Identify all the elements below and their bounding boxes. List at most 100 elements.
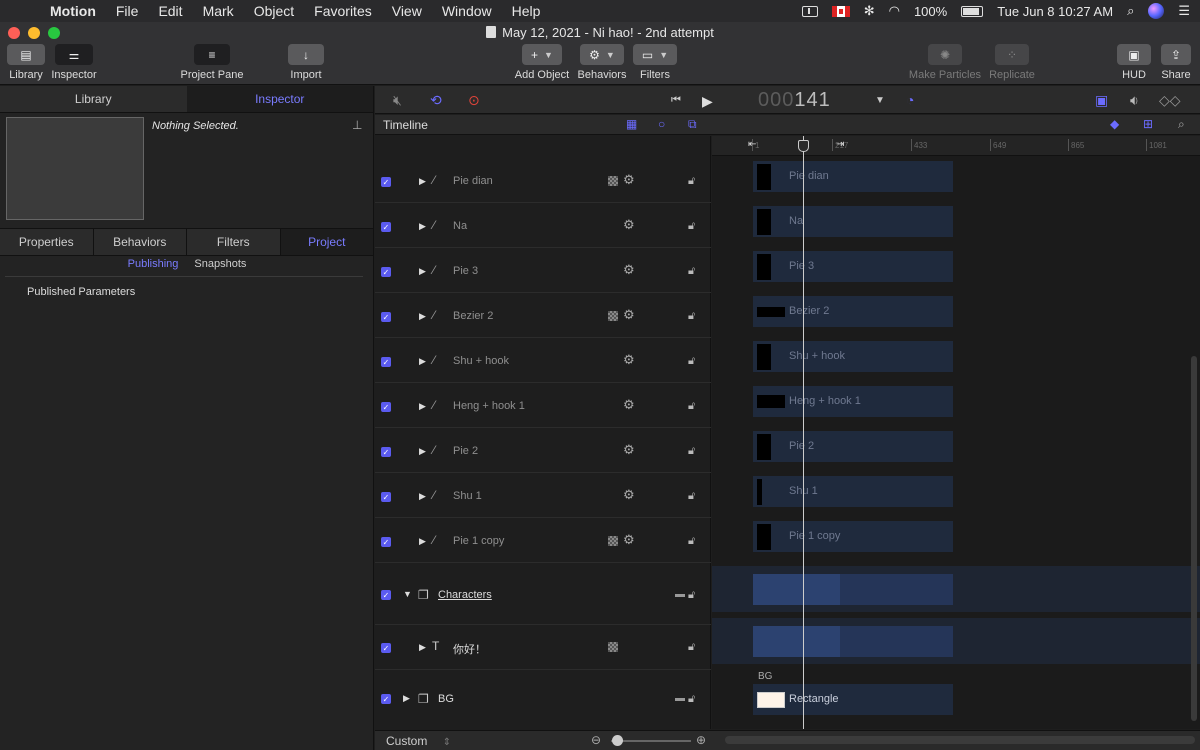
hud-icon[interactable]: ▣ bbox=[1117, 44, 1151, 65]
tab-filters[interactable]: Filters bbox=[187, 229, 281, 255]
import-icon[interactable]: ↓ bbox=[288, 44, 324, 65]
layer-name[interactable]: Pie 2 bbox=[453, 445, 478, 457]
canada-flag-icon[interactable] bbox=[831, 5, 850, 17]
subtab-snapshots[interactable]: Snapshots bbox=[194, 258, 246, 274]
disclosure-triangle-icon[interactable]: ▶ bbox=[419, 356, 426, 367]
battery-icon[interactable] bbox=[961, 5, 984, 17]
zoom-slider-thumb[interactable] bbox=[612, 735, 623, 746]
rectangle-track-bar[interactable]: Rectangle bbox=[753, 684, 953, 715]
track-bar[interactable]: Pie 1 copy bbox=[753, 521, 953, 552]
tab-behaviors[interactable]: Behaviors bbox=[93, 229, 187, 255]
disclosure-triangle-icon[interactable]: ▶ bbox=[403, 693, 410, 704]
in-point-marker-icon[interactable]: ⇤ bbox=[748, 139, 756, 150]
menu-app[interactable]: Motion bbox=[40, 3, 106, 19]
share-icon[interactable]: ⇪ bbox=[1161, 44, 1191, 65]
timecode-dropdown-icon[interactable]: ▼ bbox=[875, 95, 885, 106]
import-toolbar-item[interactable]: ↓ Import bbox=[287, 44, 325, 81]
behaviors-toolbar-item[interactable]: ⚙ ▼ Behaviors bbox=[576, 44, 628, 81]
inspector-icon[interactable]: ⚌ bbox=[55, 44, 93, 65]
zoom-out-icon[interactable]: ⊖ bbox=[591, 733, 601, 747]
keyframe-nav-icon[interactable]: ◆ bbox=[1110, 117, 1119, 131]
hud-toolbar-item[interactable]: ▣ HUD bbox=[1116, 44, 1152, 81]
layer-enable-checkbox[interactable]: ✓ bbox=[381, 492, 391, 502]
track-bar[interactable]: Shu 1 bbox=[753, 476, 953, 507]
audio-timeline-icon[interactable]: 🔉︎ bbox=[1130, 92, 1139, 109]
pin-icon[interactable]: ⊥ bbox=[352, 118, 362, 132]
make-particles-toolbar-item[interactable]: ✺ Make Particles bbox=[908, 44, 982, 81]
layer-row[interactable]: ✓ ▶ ⁄ Shu + hook ⚙ 🔓︎ bbox=[375, 338, 711, 383]
behavior-gear-icon[interactable]: ⚙ bbox=[623, 307, 635, 323]
layer-enable-checkbox[interactable]: ✓ bbox=[381, 537, 391, 547]
behavior-gear-icon[interactable]: ⚙ bbox=[623, 442, 635, 458]
library-icon[interactable]: ▤ bbox=[7, 44, 45, 65]
lock-icon[interactable]: 🔓︎ bbox=[688, 445, 695, 458]
timeline-view-icon[interactable]: ▣ bbox=[1095, 92, 1108, 109]
track-bar[interactable]: Shu + hook bbox=[753, 341, 953, 372]
layer-enable-checkbox[interactable]: ✓ bbox=[381, 590, 391, 600]
disclosure-triangle-icon[interactable]: ▶ bbox=[419, 642, 426, 653]
replicate-icon[interactable]: ⁘ bbox=[995, 44, 1029, 65]
track-bar[interactable]: Na bbox=[753, 206, 953, 237]
share-toolbar-item[interactable]: ⇪ Share bbox=[1160, 44, 1192, 81]
behavior-gear-icon[interactable]: ⚙ bbox=[623, 397, 635, 413]
behavior-gear-icon[interactable]: ⚙ bbox=[623, 532, 635, 548]
particles-icon[interactable]: ✺ bbox=[928, 44, 962, 65]
layer-name[interactable]: Na bbox=[453, 220, 467, 232]
group-2d-icon[interactable]: ▬ bbox=[675, 693, 685, 704]
menu-edit[interactable]: Edit bbox=[148, 3, 192, 19]
layer-name[interactable]: Pie 1 copy bbox=[453, 535, 504, 547]
vertical-scrollbar[interactable] bbox=[1191, 356, 1197, 721]
tab-library[interactable]: Library bbox=[0, 86, 187, 112]
timeline-ruler[interactable]: 1 217 433 649 865 1081 ⇤ ⇥ bbox=[712, 136, 1200, 156]
project-pane-icon[interactable]: ≡ bbox=[194, 44, 230, 65]
loop-playback-icon[interactable]: ⟲ bbox=[430, 92, 442, 109]
layer-row[interactable]: ✓ ▶ ⁄ Bezier 2 ⚙ 🔓︎ bbox=[375, 293, 711, 338]
behavior-gear-icon[interactable]: ⚙ bbox=[623, 352, 635, 368]
track-bar[interactable]: Heng + hook 1 bbox=[753, 386, 953, 417]
group-2d-icon[interactable]: ▬ bbox=[675, 589, 685, 600]
layer-name[interactable]: Shu + hook bbox=[453, 355, 509, 367]
tab-properties[interactable]: Properties bbox=[0, 229, 94, 255]
lock-icon[interactable]: 🔓︎ bbox=[688, 535, 695, 548]
out-point-marker-icon[interactable]: ⇥ bbox=[836, 139, 844, 150]
layer-enable-checkbox[interactable]: ✓ bbox=[381, 447, 391, 457]
track-bar[interactable]: Bezier 2 bbox=[753, 296, 953, 327]
lock-icon[interactable]: 🔓︎ bbox=[688, 265, 695, 278]
bluetooth-icon[interactable]: ✻ bbox=[864, 3, 875, 19]
layer-enable-checkbox[interactable]: ✓ bbox=[381, 643, 391, 653]
disclosure-triangle-icon[interactable]: ▶ bbox=[419, 401, 426, 412]
layer-name[interactable]: Pie 3 bbox=[453, 265, 478, 277]
disclosure-triangle-icon[interactable]: ▶ bbox=[419, 221, 426, 232]
disclosure-triangle-icon[interactable]: ▶ bbox=[419, 311, 426, 322]
lock-icon[interactable]: 🔓︎ bbox=[688, 490, 695, 503]
disclosure-triangle-icon[interactable]: ▶ bbox=[419, 491, 426, 502]
mute-audio-icon[interactable]: 🔇︎ bbox=[393, 92, 402, 109]
lock-icon[interactable]: 🔓︎ bbox=[688, 693, 695, 706]
zoom-in-icon[interactable]: ⊕ bbox=[696, 733, 706, 747]
filters-toolbar-item[interactable]: ▭ ▼ Filters bbox=[633, 44, 677, 81]
input-source-icon[interactable] bbox=[801, 5, 818, 17]
menu-favorites[interactable]: Favorites bbox=[304, 3, 382, 19]
filter-icon[interactable] bbox=[608, 536, 618, 546]
show-masks-icon[interactable]: ○ bbox=[658, 117, 665, 131]
layer-row[interactable]: ✓ ▶ ⁄ Pie 3 ⚙ 🔓︎ bbox=[375, 248, 711, 293]
filters-icon[interactable]: ▭ ▼ bbox=[633, 44, 677, 65]
disclosure-triangle-icon[interactable]: ▶ bbox=[419, 176, 426, 187]
menu-help[interactable]: Help bbox=[502, 3, 551, 19]
tab-project[interactable]: Project bbox=[280, 229, 374, 255]
timing-icon[interactable]: ◔ bbox=[906, 92, 914, 108]
clock[interactable]: Tue Jun 8 10:27 AM bbox=[997, 4, 1113, 19]
layer-row-text[interactable]: ✓ ▶ T 你好！ 🔓︎ bbox=[375, 625, 711, 670]
layer-enable-checkbox[interactable]: ✓ bbox=[381, 357, 391, 367]
subtab-publishing[interactable]: Publishing bbox=[128, 258, 179, 274]
lock-icon[interactable]: 🔓︎ bbox=[688, 589, 695, 602]
behavior-gear-icon[interactable]: ⚙ bbox=[623, 487, 635, 503]
snapping-icon[interactable]: ⊞ bbox=[1143, 117, 1153, 131]
layer-row[interactable]: ✓ ▶ ⁄ Shu 1 ⚙ 🔓︎ bbox=[375, 473, 711, 518]
group-row-bg[interactable]: ✓ ▶ ❐ BG ▬ 🔓︎ bbox=[375, 670, 711, 729]
siri-icon[interactable] bbox=[1148, 3, 1165, 19]
spotlight-search-icon[interactable]: ⌕ bbox=[1127, 3, 1134, 19]
disclosure-triangle-icon[interactable]: ▶ bbox=[419, 536, 426, 547]
menu-window[interactable]: Window bbox=[432, 3, 502, 19]
layer-enable-checkbox[interactable]: ✓ bbox=[381, 312, 391, 322]
